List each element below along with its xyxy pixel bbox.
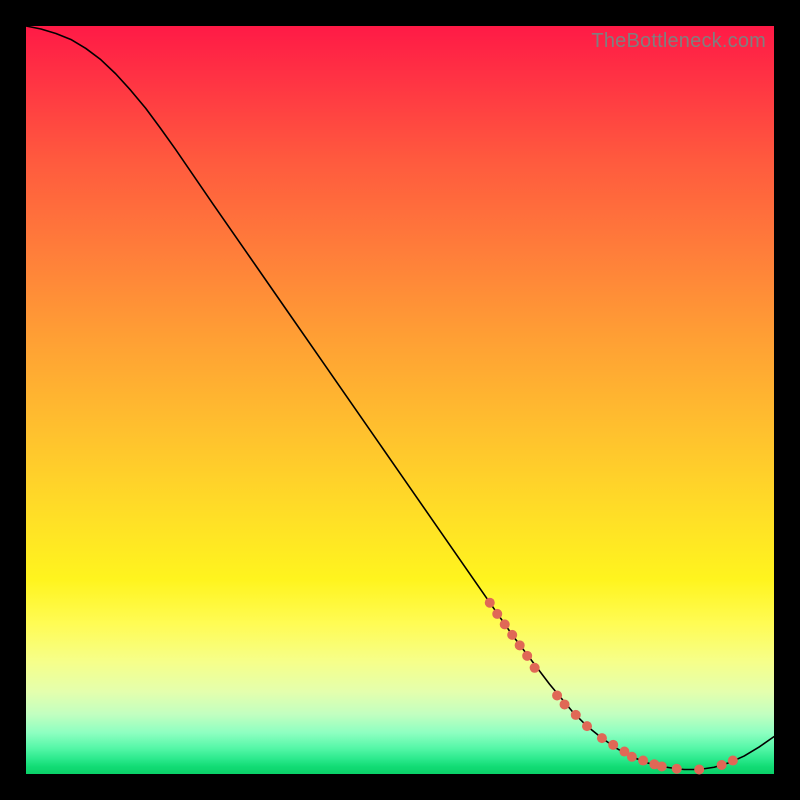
bottleneck-curve — [26, 26, 774, 770]
chart-root: TheBottleneck.com — [0, 0, 800, 800]
scatter-dot — [582, 721, 592, 731]
scatter-dot — [522, 651, 532, 661]
scatter-dot — [638, 756, 648, 766]
scatter-dot — [728, 756, 738, 766]
scatter-dot — [571, 710, 581, 720]
chart-overlay — [26, 26, 774, 774]
plot-area: TheBottleneck.com — [26, 26, 774, 774]
scatter-dot — [694, 765, 704, 775]
scatter-dot — [672, 764, 682, 774]
scatter-dot — [507, 630, 517, 640]
scatter-dot — [492, 609, 502, 619]
scatter-dot — [552, 690, 562, 700]
scatter-dot — [530, 663, 540, 673]
scatter-dot — [597, 733, 607, 743]
scatter-dot — [608, 740, 618, 750]
scatter-dot — [515, 640, 525, 650]
scatter-points — [485, 598, 738, 775]
scatter-dot — [500, 619, 510, 629]
scatter-dot — [560, 699, 570, 709]
scatter-dot — [485, 598, 495, 608]
scatter-dot — [627, 752, 637, 762]
scatter-dot — [657, 762, 667, 772]
scatter-dot — [717, 760, 727, 770]
